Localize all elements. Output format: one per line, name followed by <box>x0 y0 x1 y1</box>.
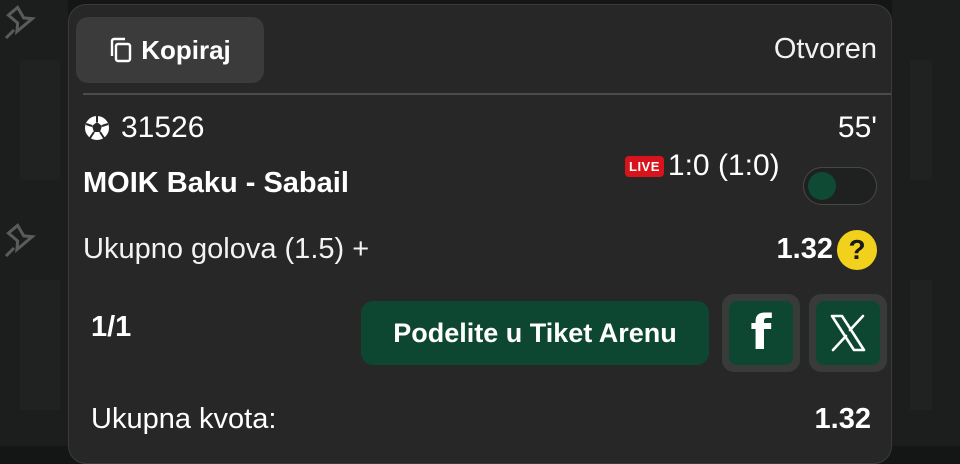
divider <box>83 93 891 95</box>
match-teams[interactable]: MOIK Baku - Sabail <box>83 167 349 200</box>
match-minute: 55' <box>837 111 877 144</box>
total-odds-value: 1.32 <box>814 403 871 435</box>
market-name: Ukupno golova (1.5) + <box>83 233 370 265</box>
share-tiket-arena-button[interactable]: Podelite u Tiket Arenu <box>361 301 709 365</box>
selection-count: 1/1 <box>91 311 132 343</box>
background-row <box>910 60 932 180</box>
background-row <box>20 280 60 410</box>
live-score: LIVE 1:0 (1:0) <box>625 149 780 183</box>
toggle-knob <box>808 172 836 200</box>
copy-icon <box>111 37 132 63</box>
x-logo-icon <box>830 314 866 352</box>
bet-slip-card: Kopiraj Otvoren 31526 55' MOIK Baku - Sa… <box>68 4 892 464</box>
score: 1:0 (1:0) <box>667 149 780 182</box>
pin-icon[interactable] <box>2 2 42 42</box>
facebook-icon: f <box>750 305 772 361</box>
event-toggle[interactable] <box>803 167 877 205</box>
background-row <box>20 60 60 180</box>
x-share-button[interactable] <box>809 294 887 372</box>
selection-odd: 1.32 <box>776 233 833 265</box>
event-id: 31526 <box>121 111 205 144</box>
event-id-row: 31526 <box>83 111 204 145</box>
ticket-status: Otvoren <box>773 33 877 65</box>
question-icon[interactable]: ? <box>837 230 877 270</box>
background-row <box>910 280 932 410</box>
live-badge: LIVE <box>625 155 664 177</box>
soccer-ball-icon <box>85 116 109 140</box>
facebook-share-button[interactable]: f <box>722 294 800 372</box>
total-odds-label: Ukupna kvota: <box>91 403 277 435</box>
copy-button[interactable]: Kopiraj <box>76 17 264 83</box>
copy-label: Kopiraj <box>141 34 231 65</box>
pin-icon[interactable] <box>2 220 42 260</box>
